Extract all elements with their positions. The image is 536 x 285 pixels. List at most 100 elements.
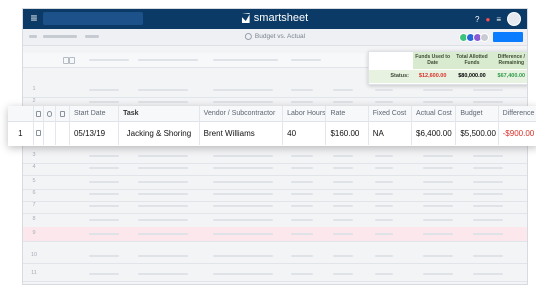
cell-placeholder[interactable] (291, 193, 313, 195)
cell-placeholder[interactable] (138, 89, 188, 91)
cell-placeholder[interactable] (333, 181, 353, 183)
cell-placeholder[interactable] (423, 167, 453, 169)
table-row[interactable]: 7 (23, 199, 527, 214)
table-row[interactable]: 9 (23, 227, 527, 242)
cell-placeholder[interactable] (473, 273, 503, 275)
cell-placeholder[interactable] (291, 181, 313, 183)
cell-placeholder[interactable] (291, 167, 313, 169)
cell-placeholder[interactable] (473, 181, 503, 183)
cell-placeholder[interactable] (291, 155, 313, 157)
column-header[interactable] (138, 59, 198, 61)
cell-placeholder[interactable] (213, 155, 273, 157)
cell-placeholder[interactable] (291, 273, 313, 275)
cell-placeholder[interactable] (423, 255, 453, 257)
cell-placeholder[interactable] (333, 167, 353, 169)
menu-icon[interactable]: ≡ (27, 11, 41, 25)
cell-placeholder[interactable] (291, 233, 313, 235)
cell-placeholder[interactable] (423, 155, 453, 157)
cell-placeholder[interactable] (375, 255, 393, 257)
table-row[interactable]: 8 (23, 213, 527, 228)
grid-icon[interactable]: ≡ (496, 15, 501, 24)
cell-labor-hours[interactable]: 40 (283, 121, 327, 145)
cell-placeholder[interactable] (89, 167, 119, 169)
cell-placeholder[interactable] (473, 205, 503, 207)
cell-placeholder[interactable] (375, 273, 393, 275)
column-rate[interactable]: Rate (326, 106, 369, 121)
cell-placeholder[interactable] (138, 181, 188, 183)
cell-placeholder[interactable] (423, 101, 453, 103)
funds-used-value[interactable]: $12,600.00 (413, 70, 452, 83)
column-header[interactable] (213, 59, 278, 61)
cell-placeholder[interactable] (138, 233, 188, 235)
toolbar-item[interactable] (43, 35, 77, 38)
cell-rate[interactable]: $160.00 (326, 121, 369, 145)
cell-placeholder[interactable] (213, 181, 273, 183)
cell-placeholder[interactable] (333, 89, 353, 91)
column-labor-hours[interactable]: Labor Hours (283, 106, 327, 121)
cell-placeholder[interactable] (213, 255, 273, 257)
cell-placeholder[interactable] (333, 255, 353, 257)
cell-placeholder[interactable] (138, 193, 188, 195)
cell-placeholder[interactable] (473, 219, 503, 221)
column-fixed-cost[interactable]: Fixed Cost (369, 106, 413, 121)
cell-placeholder[interactable] (89, 155, 119, 157)
cell-placeholder[interactable] (423, 205, 453, 207)
cell-placeholder[interactable] (291, 101, 313, 103)
cell-placeholder[interactable] (138, 255, 188, 257)
cell-placeholder[interactable] (89, 219, 119, 221)
cell-placeholder[interactable] (333, 205, 353, 207)
cell-placeholder[interactable] (333, 193, 353, 195)
column-budget[interactable]: Budget (456, 106, 499, 121)
cell-start-date[interactable]: 05/13/19 (70, 121, 120, 145)
cell-placeholder[interactable] (333, 233, 353, 235)
cell-placeholder[interactable] (291, 255, 313, 257)
cell-placeholder[interactable] (423, 233, 453, 235)
share-button[interactable] (493, 32, 523, 42)
cell-placeholder[interactable] (213, 233, 273, 235)
column-header[interactable] (89, 59, 129, 61)
cell-placeholder[interactable] (138, 205, 188, 207)
cell-placeholder[interactable] (423, 181, 453, 183)
cell-placeholder[interactable] (333, 101, 353, 103)
cell-placeholder[interactable] (291, 205, 313, 207)
cell-placeholder[interactable] (375, 155, 393, 157)
toolbar-item[interactable] (29, 35, 37, 38)
cell-vendor[interactable]: Brent Williams (200, 121, 284, 145)
row-attach[interactable] (44, 121, 57, 145)
cell-placeholder[interactable] (213, 219, 273, 221)
column-difference[interactable]: Difference (499, 106, 536, 121)
cell-placeholder[interactable] (333, 155, 353, 157)
cell-difference[interactable]: -$900.00 (499, 121, 536, 145)
column-actual-cost[interactable]: Actual Cost (412, 106, 457, 121)
cell-placeholder[interactable] (213, 167, 273, 169)
cell-placeholder[interactable] (89, 193, 119, 195)
cell-placeholder[interactable] (89, 233, 119, 235)
cell-placeholder[interactable] (291, 89, 313, 91)
cell-placeholder[interactable] (375, 167, 393, 169)
difference-value[interactable]: $67,400.00 (492, 70, 527, 83)
help-icon[interactable]: ? (475, 15, 479, 24)
cell-budget[interactable]: $5,500.00 (456, 121, 499, 145)
cell-placeholder[interactable] (213, 193, 273, 195)
cell-placeholder[interactable] (375, 89, 393, 91)
cell-placeholder[interactable] (138, 273, 188, 275)
cell-placeholder[interactable] (291, 219, 313, 221)
cell-placeholder[interactable] (473, 255, 503, 257)
cell-placeholder[interactable] (89, 181, 119, 183)
cell-placeholder[interactable] (375, 193, 393, 195)
cell-placeholder[interactable] (473, 167, 503, 169)
total-allotted-value[interactable]: $80,000.00 (452, 70, 491, 83)
row-comment[interactable] (56, 121, 70, 145)
cell-placeholder[interactable] (423, 219, 453, 221)
column-vendor[interactable]: Vendor / Subcontractor (200, 106, 284, 121)
cell-placeholder[interactable] (138, 101, 188, 103)
search-field[interactable] (43, 12, 143, 25)
cell-placeholder[interactable] (423, 273, 453, 275)
cell-placeholder[interactable] (375, 181, 393, 183)
cell-placeholder[interactable] (473, 233, 503, 235)
cell-placeholder[interactable] (473, 155, 503, 157)
row-lock[interactable] (34, 121, 45, 145)
cell-placeholder[interactable] (375, 205, 393, 207)
cell-placeholder[interactable] (213, 273, 273, 275)
cell-placeholder[interactable] (473, 101, 503, 103)
